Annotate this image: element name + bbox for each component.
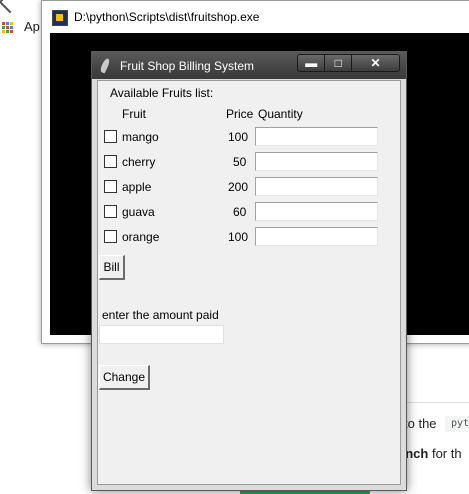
page-text-fragment-2: anch for th	[398, 446, 462, 461]
change-button[interactable]: Change	[99, 365, 150, 390]
available-fruits-heading: Available Fruits list:	[110, 86, 214, 100]
fruit-checkbox-mango[interactable]	[104, 130, 117, 143]
fruit-price: 100	[228, 230, 249, 244]
quantity-input-orange[interactable]	[255, 227, 378, 246]
app-content: Available Fruits list: Fruit Price Quant…	[97, 80, 401, 485]
fruit-checkbox-apple[interactable]	[104, 180, 117, 193]
amount-paid-label: enter the amount paid	[102, 308, 219, 322]
bookmark-apps-label[interactable]: Ap	[24, 19, 40, 34]
window-controls: ▬ □ ✕	[297, 54, 400, 72]
minimize-button[interactable]: ▬	[297, 54, 326, 72]
fruit-price: 50	[233, 155, 247, 169]
quantity-input-guava[interactable]	[255, 202, 378, 221]
page-text-fragment: to the	[404, 416, 437, 431]
fruit-name: apple	[122, 180, 152, 194]
tk-feather-icon	[99, 57, 111, 74]
window-titlebar[interactable]: Fruit Shop Billing System ▬ □ ✕	[92, 52, 406, 79]
quantity-input-cherry[interactable]	[255, 152, 378, 171]
fruit-price: 200	[228, 180, 249, 194]
fruit-name: orange	[122, 230, 160, 244]
fruit-name: mango	[122, 130, 159, 144]
fruit-checkbox-guava[interactable]	[104, 205, 117, 218]
window-title: Fruit Shop Billing System	[120, 59, 255, 73]
maximize-button[interactable]: □	[325, 54, 352, 72]
header-fruit: Fruit	[122, 107, 146, 121]
page-divider	[405, 402, 469, 403]
fruit-checkbox-cherry[interactable]	[104, 155, 117, 168]
fruit-name: guava	[122, 205, 155, 219]
fruit-name: cherry	[122, 155, 156, 169]
quantity-input-apple[interactable]	[255, 177, 378, 196]
bill-button[interactable]: Bill	[99, 255, 125, 280]
close-button[interactable]: ✕	[351, 54, 400, 72]
console-title: D:\python\Scripts\dist\fruitshop.exe	[74, 10, 260, 24]
amount-paid-input[interactable]	[99, 325, 224, 344]
fruit-checkbox-orange[interactable]	[104, 230, 117, 243]
apps-grid-icon[interactable]	[2, 22, 14, 34]
header-price: Price	[226, 107, 254, 121]
header-quantity: Quantity	[258, 107, 303, 121]
console-titlebar[interactable]: D:\python\Scripts\dist\fruitshop.exe	[42, 1, 469, 33]
quantity-input-mango[interactable]	[255, 127, 378, 146]
page-code-fragment: pyt	[445, 416, 469, 432]
page-text-rest: for th	[428, 446, 462, 461]
fruit-price: 100	[228, 130, 249, 144]
python-exe-icon	[52, 10, 68, 26]
fruit-shop-window[interactable]: Fruit Shop Billing System ▬ □ ✕ Availabl…	[91, 51, 407, 491]
fruit-price: 60	[233, 205, 247, 219]
